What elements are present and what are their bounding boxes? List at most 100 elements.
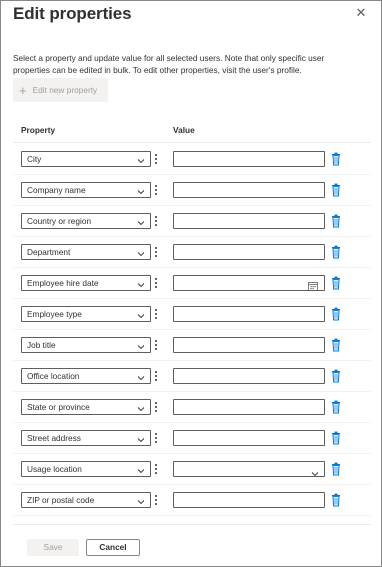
- panel-description: Select a property and update value for a…: [13, 53, 325, 75]
- value-input[interactable]: [173, 213, 325, 229]
- value-text: [174, 374, 179, 384]
- property-row: City: [1, 144, 382, 175]
- property-row: Employee hire date: [1, 268, 382, 299]
- value-text: [174, 436, 179, 446]
- edit-new-property-label: Edit new property: [32, 85, 98, 95]
- property-dropdown[interactable]: Usage location: [21, 461, 151, 477]
- property-dropdown-label: Department: [27, 247, 71, 257]
- plus-icon: +: [19, 82, 27, 98]
- chevron-down-icon: [137, 217, 145, 226]
- property-row: Street address: [1, 423, 382, 454]
- chevron-down-icon: [137, 186, 145, 195]
- chevron-down-icon: [137, 310, 145, 319]
- property-dropdown-label: Country or region: [27, 216, 92, 226]
- property-dropdown[interactable]: State or province: [21, 399, 151, 415]
- value-column-header: Value: [173, 125, 195, 135]
- property-dropdown[interactable]: Department: [21, 244, 151, 260]
- chevron-down-icon: [137, 434, 145, 443]
- chevron-down-icon: [137, 341, 145, 350]
- value-input[interactable]: [173, 244, 325, 260]
- property-row: State or province: [1, 392, 382, 423]
- more-options-icon[interactable]: [152, 214, 160, 228]
- delete-icon[interactable]: [331, 245, 341, 259]
- footer-divider: [13, 524, 371, 525]
- more-options-icon[interactable]: [152, 369, 160, 383]
- more-options-icon[interactable]: [152, 400, 160, 414]
- more-options-icon[interactable]: [152, 462, 160, 476]
- panel-title: Edit properties: [13, 4, 132, 23]
- more-options-icon[interactable]: [152, 152, 160, 166]
- property-dropdown[interactable]: Job title: [21, 337, 151, 353]
- calendar-icon[interactable]: [308, 278, 318, 291]
- chevron-down-icon: [137, 403, 145, 412]
- property-row: Employee type: [1, 299, 382, 330]
- property-row: Job title: [1, 330, 382, 361]
- property-dropdown[interactable]: Office location: [21, 368, 151, 384]
- property-dropdown[interactable]: Employee hire date: [21, 275, 151, 291]
- more-options-icon[interactable]: [152, 307, 160, 321]
- property-column-header: Property: [21, 125, 56, 135]
- delete-icon[interactable]: [331, 307, 341, 321]
- more-options-icon[interactable]: [152, 183, 160, 197]
- property-dropdown-label: Employee type: [27, 309, 82, 319]
- value-text: [174, 281, 179, 291]
- property-dropdown-label: Usage location: [27, 464, 82, 474]
- property-dropdown[interactable]: ZIP or postal code: [21, 492, 151, 508]
- value-text: [174, 467, 179, 477]
- property-row: ZIP or postal code: [1, 485, 382, 516]
- property-dropdown-label: Street address: [27, 433, 81, 443]
- value-text: [174, 250, 179, 260]
- row-divider: [13, 515, 371, 516]
- more-options-icon[interactable]: [152, 431, 160, 445]
- chevron-down-icon: [137, 372, 145, 381]
- value-text: [174, 343, 179, 353]
- value-text: [174, 312, 179, 322]
- value-input[interactable]: [173, 151, 325, 167]
- value-text: [174, 498, 179, 508]
- value-input[interactable]: [173, 399, 325, 415]
- property-dropdown[interactable]: Company name: [21, 182, 151, 198]
- delete-icon[interactable]: [331, 400, 341, 414]
- save-button[interactable]: Save: [27, 539, 79, 556]
- cancel-button[interactable]: Cancel: [86, 539, 140, 556]
- header-divider: [13, 142, 371, 143]
- value-input[interactable]: [173, 337, 325, 353]
- property-row: Department: [1, 237, 382, 268]
- close-icon[interactable]: ✕: [354, 6, 368, 20]
- delete-icon[interactable]: [331, 493, 341, 507]
- delete-icon[interactable]: [331, 276, 341, 290]
- property-row: Office location: [1, 361, 382, 392]
- property-row: Company name: [1, 175, 382, 206]
- property-dropdown[interactable]: Street address: [21, 430, 151, 446]
- delete-icon[interactable]: [331, 338, 341, 352]
- property-dropdown-label: City: [27, 154, 42, 164]
- more-options-icon[interactable]: [152, 276, 160, 290]
- delete-icon[interactable]: [331, 152, 341, 166]
- delete-icon[interactable]: [331, 183, 341, 197]
- value-input[interactable]: [173, 182, 325, 198]
- delete-icon[interactable]: [331, 431, 341, 445]
- property-dropdown-label: ZIP or postal code: [27, 495, 95, 505]
- property-dropdown-label: State or province: [27, 402, 90, 412]
- property-dropdown-label: Company name: [27, 185, 86, 195]
- value-dropdown[interactable]: [173, 461, 325, 477]
- more-options-icon[interactable]: [152, 245, 160, 259]
- value-input[interactable]: [173, 430, 325, 446]
- property-row: Country or region: [1, 206, 382, 237]
- chevron-down-icon: [137, 496, 145, 505]
- more-options-icon[interactable]: [152, 493, 160, 507]
- more-options-icon[interactable]: [152, 338, 160, 352]
- delete-icon[interactable]: [331, 369, 341, 383]
- property-dropdown-label: Office location: [27, 371, 80, 381]
- value-input[interactable]: [173, 306, 325, 322]
- value-text: [174, 405, 179, 415]
- delete-icon[interactable]: [331, 462, 341, 476]
- property-dropdown[interactable]: Employee type: [21, 306, 151, 322]
- value-input[interactable]: [173, 368, 325, 384]
- value-input[interactable]: [173, 492, 325, 508]
- property-dropdown[interactable]: City: [21, 151, 151, 167]
- property-dropdown[interactable]: Country or region: [21, 213, 151, 229]
- edit-new-property-button[interactable]: + Edit new property: [13, 78, 108, 102]
- value-date-picker[interactable]: [173, 275, 325, 291]
- delete-icon[interactable]: [331, 214, 341, 228]
